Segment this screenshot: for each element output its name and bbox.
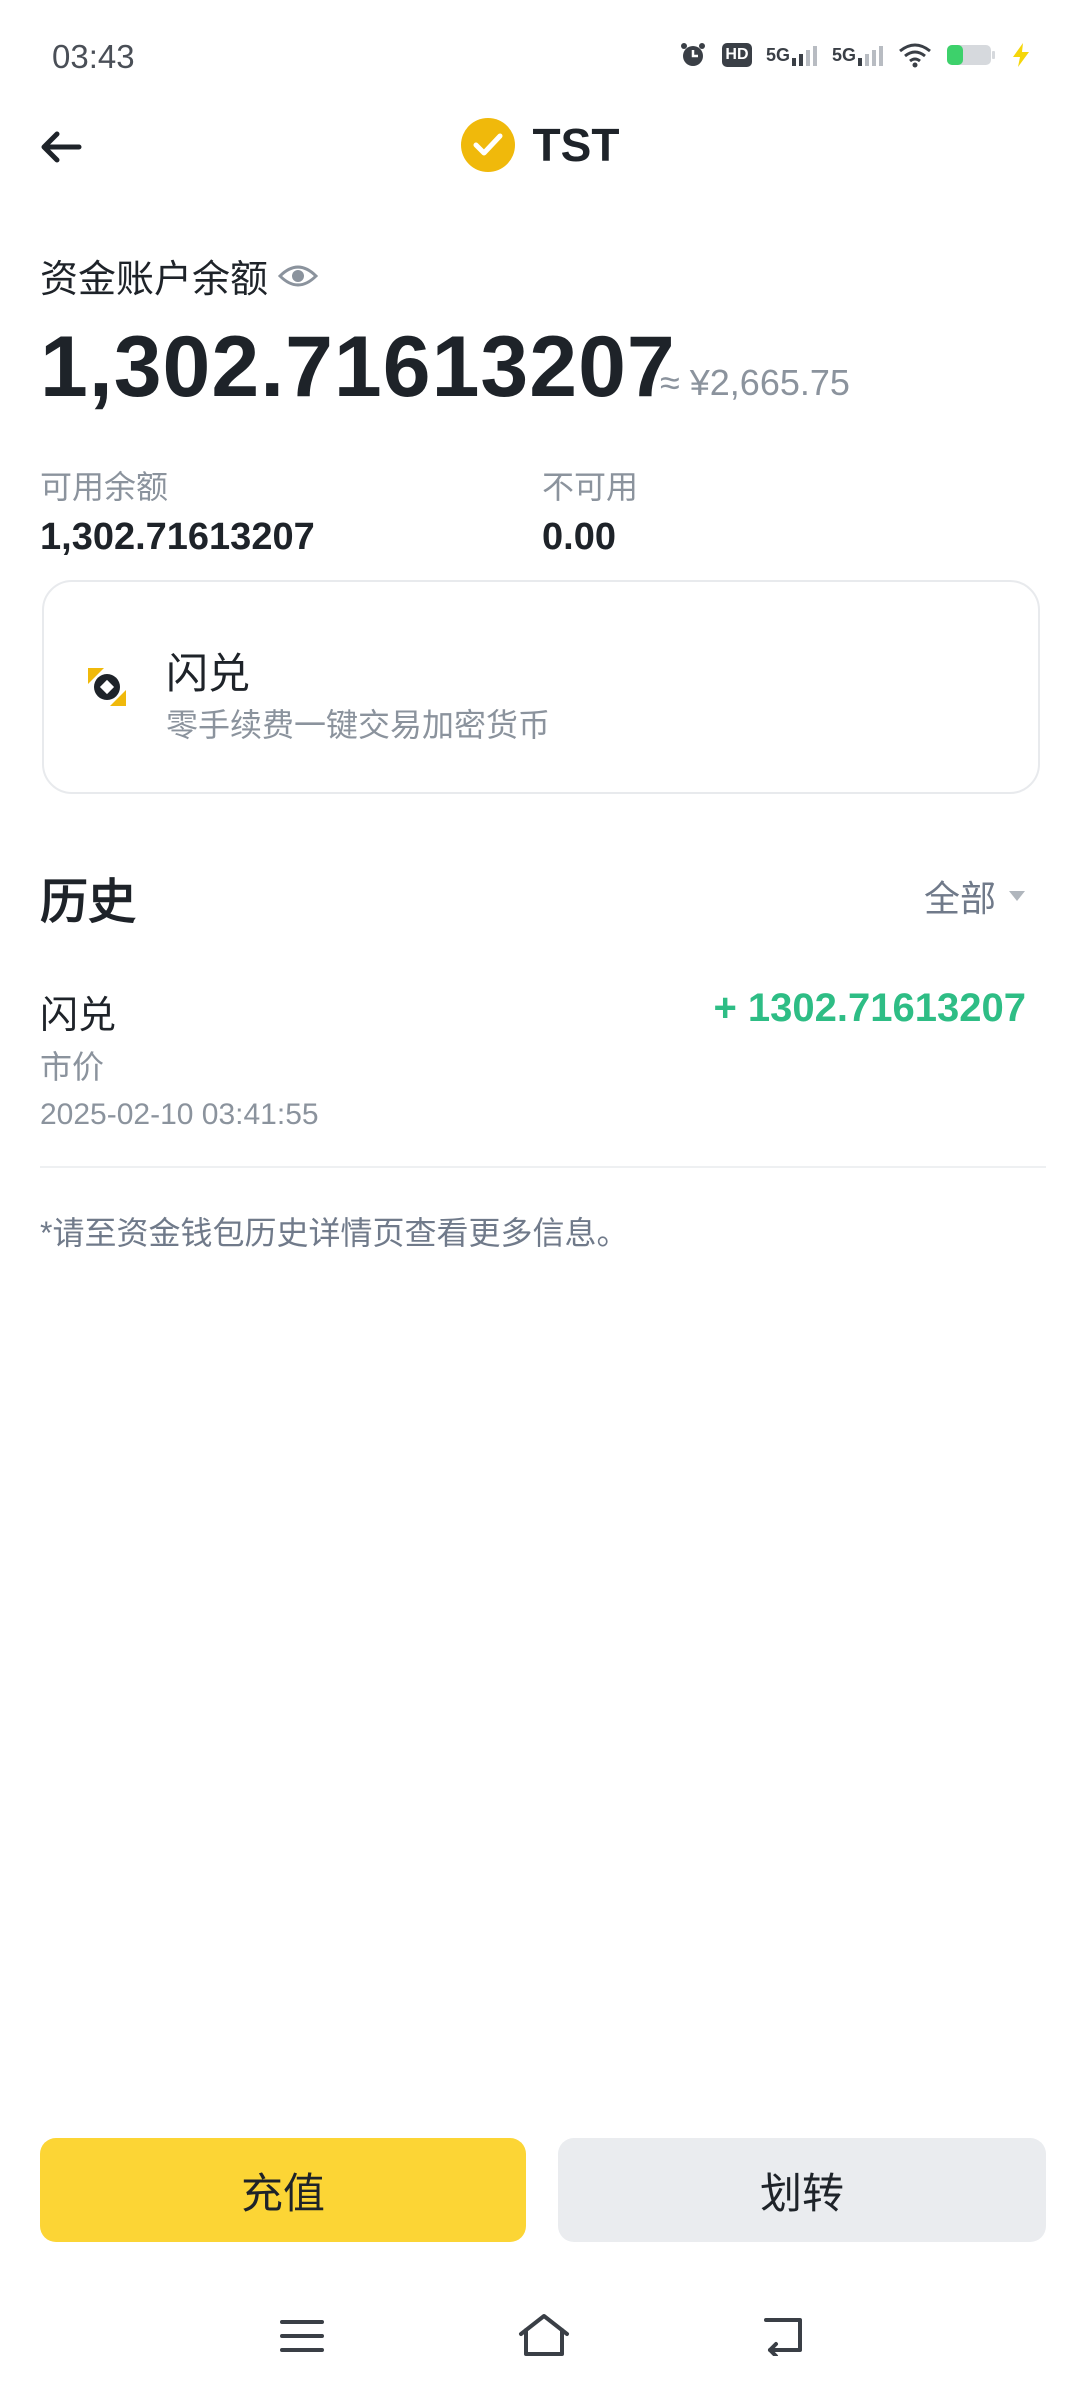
deposit-button[interactable]: 充值 — [40, 2138, 526, 2242]
page-title: TST — [532, 119, 620, 171]
alarm-icon — [680, 43, 705, 66]
balance-amount: 1,302.71613207 — [40, 319, 676, 415]
convert-title: 闪兑 — [166, 650, 251, 697]
signal-5g-icon: 5G — [766, 44, 818, 66]
balance-approx-cny: ≈ ¥2,665.75 — [660, 362, 850, 403]
unavailable-label: 不可用 — [542, 469, 639, 505]
unavailable-value: 0.00 — [542, 516, 616, 558]
available-label: 可用余额 — [40, 469, 169, 505]
history-title: 历史 — [40, 876, 137, 929]
battery-icon — [947, 45, 995, 65]
status-time: 03:43 — [52, 38, 135, 75]
eye-icon[interactable] — [278, 262, 319, 290]
network-type-label: 5G — [831, 45, 856, 65]
balance-label: 资金账户余额 — [40, 259, 269, 301]
history-item-type: 市价 — [40, 1049, 105, 1085]
history-item-amount: + 1302.71613207 — [713, 986, 1026, 1030]
signal-5g-icon: 5G — [832, 44, 884, 66]
balance-label-row: 资金账户余额 — [40, 248, 319, 303]
header-title: TST — [0, 118, 1080, 172]
caret-down-icon — [1009, 891, 1025, 901]
back-nav-icon[interactable] — [760, 2314, 806, 2356]
convert-subtitle: 零手续费一键交易加密货币 — [166, 707, 551, 743]
charging-icon — [1013, 43, 1029, 67]
history-note: *请至资金钱包历史详情页查看更多信息。 — [40, 1215, 629, 1251]
wifi-icon — [899, 43, 931, 68]
menu-icon[interactable] — [280, 2318, 324, 2354]
history-filter-dropdown[interactable]: 全部 — [924, 870, 1026, 922]
network-type-label: 5G — [765, 45, 790, 65]
history-item-date: 2025-02-10 03:41:55 — [40, 1098, 319, 1131]
hd-icon: HD — [721, 43, 752, 67]
check-circle-icon — [460, 118, 515, 172]
transfer-button[interactable]: 划转 — [558, 2138, 1046, 2242]
home-icon[interactable] — [516, 2312, 572, 2358]
status-icons: HD 5G 5G — [678, 40, 1032, 70]
divider — [40, 1166, 1046, 1168]
available-value: 1,302.71613207 — [40, 516, 315, 558]
convert-icon — [88, 668, 126, 706]
history-item-title: 闪兑 — [40, 995, 117, 1037]
filter-label: 全部 — [923, 878, 996, 919]
